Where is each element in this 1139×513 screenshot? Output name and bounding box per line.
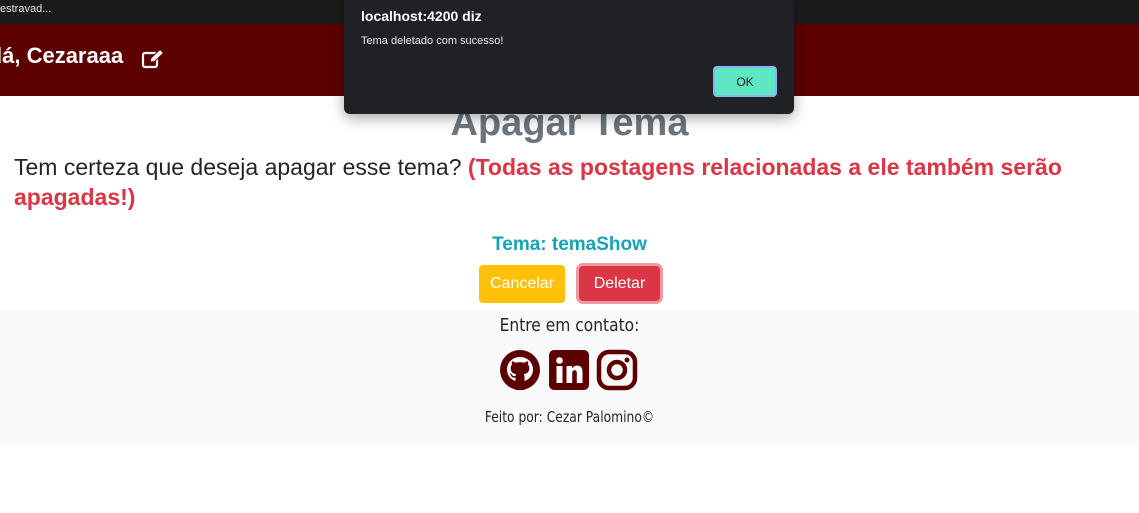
tab-title-fragment[interactable]: estravad...	[0, 0, 51, 18]
dialog-title: localhost:4200 diz	[361, 8, 482, 24]
greeting-text: lá, Cezaraaa	[0, 43, 124, 68]
dialog-message: Tema deletado com sucesso!	[361, 35, 504, 47]
edit-icon[interactable]	[141, 48, 165, 70]
delete-confirmation-question: Tem certeza que deseja apagar esse tema?…	[14, 152, 1129, 212]
question-text: Tem certeza que deseja apagar esse tema?	[14, 154, 462, 180]
contact-title: Entre em contato:	[499, 315, 640, 336]
delete-button[interactable]: Deletar	[579, 266, 660, 301]
github-icon[interactable]	[499, 349, 541, 391]
linkedin-icon[interactable]	[548, 349, 590, 391]
alert-dialog: localhost:4200 diz Tema deletado com suc…	[344, 0, 794, 114]
instagram-icon[interactable]	[596, 349, 638, 391]
credits-text: Feito por: Cezar Palomino©	[484, 408, 655, 426]
dialog-ok-button[interactable]: OK	[713, 66, 777, 97]
tema-name: Tema: temaShow	[492, 234, 647, 255]
footer: Entre em contato: Feito por: Cezar Palom…	[0, 311, 1139, 446]
cancel-button[interactable]: Cancelar	[479, 265, 565, 303]
